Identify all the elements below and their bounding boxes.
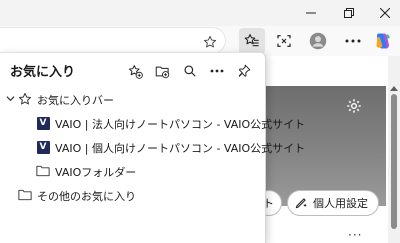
search-icon: [183, 65, 196, 77]
close-icon: [380, 8, 390, 18]
more-menu-button[interactable]: [340, 28, 366, 54]
other-favorites-folder[interactable]: その他のお気に入り: [0, 183, 266, 207]
vaio-favicon-icon: V: [36, 140, 50, 154]
favorite-star-icon[interactable]: [203, 34, 217, 53]
pin-icon: [238, 64, 250, 77]
favorite-item[interactable]: V VAIO | 個人向けノートパソコン - VAIO公式サイト: [0, 135, 305, 159]
copilot-icon: [376, 33, 390, 49]
screenshot-icon: [277, 35, 291, 47]
favorite-folder-label: VAIOフォルダー: [55, 166, 137, 179]
pin-favorites-button[interactable]: [230, 59, 257, 83]
add-folder-button[interactable]: [149, 59, 176, 83]
favorite-item[interactable]: V VAIO | 法人向けノートパソコン - VAIO公式サイト: [0, 111, 305, 135]
favorites-hub-icon: [244, 34, 259, 47]
star-icon: [18, 92, 32, 106]
favorites-bar-folder[interactable]: お気に入りバー: [0, 87, 266, 111]
settings-gear-icon[interactable]: [346, 98, 362, 118]
more-icon: [210, 69, 223, 73]
search-favorites-button[interactable]: [176, 59, 203, 83]
restore-button[interactable]: [334, 2, 364, 24]
copilot-button[interactable]: [370, 28, 396, 54]
chevron-down-icon[interactable]: [6, 94, 15, 103]
favorites-actions: [122, 59, 257, 83]
minimize-button[interactable]: [296, 2, 326, 24]
favorites-title: お気に入り: [10, 65, 76, 80]
other-favorites-label: その他のお気に入り: [37, 190, 136, 203]
personal-settings-button[interactable]: 個人用設定: [287, 190, 379, 216]
more-icon[interactable]: ···: [348, 228, 362, 242]
vaio-favicon-icon: V: [36, 116, 50, 130]
scroll-up-icon[interactable]: [390, 86, 398, 91]
restore-icon: [344, 8, 354, 18]
screenshot-button[interactable]: [271, 28, 297, 54]
favorite-item-label: VAIO | 個人向けノートパソコン - VAIO公式サイト: [55, 142, 306, 155]
favorites-bar-label: お気に入りバー: [37, 94, 114, 107]
close-button[interactable]: [370, 2, 400, 24]
profile-avatar-icon: [309, 32, 327, 50]
scroll-thumb[interactable]: [391, 94, 397, 229]
favorites-hub-button[interactable]: [239, 28, 265, 54]
page-scrollbar[interactable]: [388, 56, 400, 243]
minimize-icon: [306, 12, 316, 14]
address-bar[interactable]: [0, 27, 226, 54]
favorite-item-label: VAIO | 法人向けノートパソコン - VAIO公式サイト: [55, 118, 306, 131]
add-folder-icon: [155, 66, 170, 78]
personalize-icon: [295, 198, 307, 209]
personal-settings-label: 個人用設定: [313, 197, 368, 210]
more-menu-icon: [345, 39, 361, 43]
folder-icon: [36, 164, 50, 178]
folder-icon: [18, 188, 32, 202]
favorites-tree: お気に入りバー V VAIO | 法人向けノートパソコン - VAIO公式サイト…: [0, 87, 305, 207]
favorite-folder-vaio[interactable]: VAIOフォルダー: [0, 159, 266, 183]
window-titlebar: [0, 0, 400, 26]
add-favorite-icon: [128, 64, 143, 79]
favorites-flyout: お気に入り お気に入りバー V VAIO | 法人向けノートパソコン - VAI…: [0, 52, 305, 243]
profile-button[interactable]: [305, 28, 331, 54]
add-favorite-button[interactable]: [122, 59, 149, 83]
favorites-more-button[interactable]: [203, 59, 230, 83]
